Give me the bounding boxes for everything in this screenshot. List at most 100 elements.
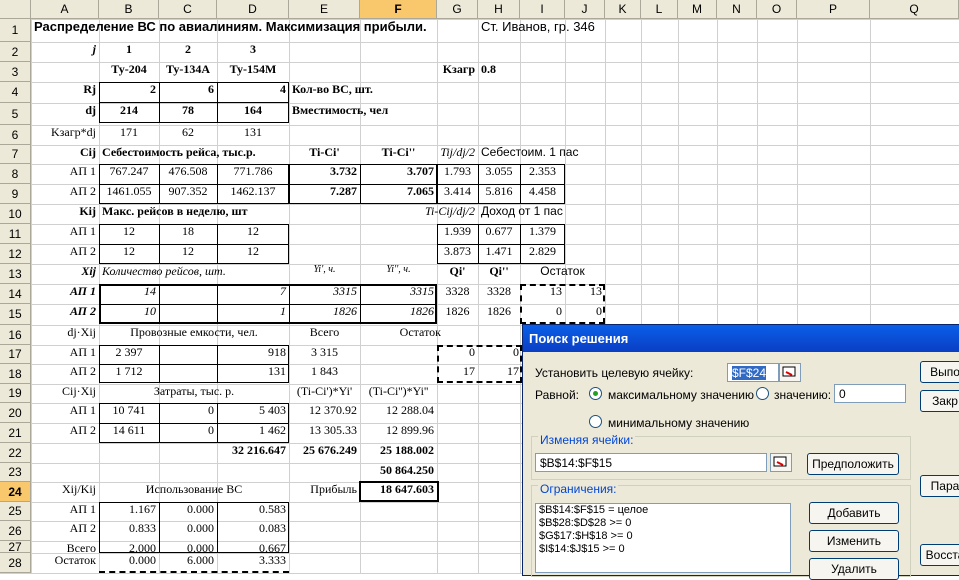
changing-cells-input[interactable]: $B$14:$F$15 — [535, 453, 767, 472]
costs-header: Затраты, тыс. р. — [153, 384, 235, 398]
guess-button[interactable]: Предположить — [807, 453, 899, 475]
column-header[interactable]: F — [360, 0, 437, 19]
cell-b2: 1 — [126, 42, 132, 56]
row-header[interactable]: 26 — [0, 521, 31, 541]
column-header[interactable]: J — [565, 0, 605, 19]
row-header[interactable]: 6 — [0, 125, 31, 145]
row-header[interactable]: 16 — [0, 325, 31, 345]
restore-button[interactable]: Восста — [920, 544, 959, 566]
row-header[interactable]: 19 — [0, 384, 31, 403]
row-header[interactable]: 14 — [0, 284, 31, 304]
xij-label: Xij — [81, 264, 96, 278]
row-header[interactable]: 12 — [0, 244, 31, 264]
row-header[interactable]: 15 — [0, 304, 31, 325]
divider — [217, 502, 218, 553]
row-header[interactable]: 5 — [0, 103, 31, 125]
aircraft-count-label: Кол-во ВС, шт. — [292, 82, 373, 96]
value-input[interactable]: 0 — [834, 384, 906, 403]
cell-c2: 2 — [185, 42, 191, 56]
tij-dj-label: Tij/dj/2 — [440, 145, 475, 159]
row-header[interactable]: 11 — [0, 224, 31, 244]
column-header[interactable]: G — [437, 0, 478, 19]
column-header[interactable]: D — [217, 0, 289, 19]
constraint-item[interactable]: $G$17:$H$18 >= 0 — [536, 530, 790, 543]
row-header[interactable]: 4 — [0, 82, 31, 103]
column-header[interactable]: H — [478, 0, 520, 19]
usage-header: Использование ВС — [145, 482, 243, 496]
row-header[interactable]: 13 — [0, 264, 31, 284]
kzagr-label: Kзагр — [442, 62, 475, 76]
divider — [289, 184, 437, 185]
target-cell-value: $F$24 — [732, 366, 767, 380]
remainder2-dashed-box — [437, 345, 522, 383]
row-header[interactable]: 28 — [0, 553, 31, 573]
row-header[interactable]: 27 — [0, 540, 31, 554]
cost-label: Себестоимость рейса, тыс.р. — [102, 145, 256, 159]
column-header[interactable]: C — [159, 0, 217, 19]
remainder-label: Остаток — [540, 264, 585, 278]
ap2-label: АП 2 — [69, 521, 96, 535]
row-header[interactable]: 24 — [0, 482, 31, 502]
cell-f21: 12 899.96 — [386, 423, 434, 437]
target-cell-input[interactable]: $F$24 — [727, 363, 779, 382]
row-header[interactable]: 10 — [0, 204, 31, 224]
cell-h14: 3328 — [487, 284, 511, 298]
profit-label: Прибыль — [310, 482, 357, 496]
capacity-label: Вместимость, чел — [292, 103, 389, 117]
column-header[interactable]: N — [717, 0, 757, 19]
column-header[interactable]: L — [641, 0, 678, 19]
row-header[interactable]: 1 — [0, 19, 31, 42]
constraints-list[interactable]: $B$14:$F$15 = целое $B$28:$D$28 >= 0 $G$… — [535, 503, 791, 573]
collapse-dialog-icon[interactable] — [770, 453, 792, 472]
change-button[interactable]: Изменить — [809, 530, 899, 552]
constraint-item[interactable]: $B$28:$D$28 >= 0 — [536, 517, 790, 530]
select-all-corner[interactable] — [0, 0, 31, 19]
dj-label: dj — [85, 103, 96, 117]
dialog-title[interactable]: Поиск решения — [523, 325, 959, 352]
row-header[interactable]: 21 — [0, 423, 31, 443]
close-button[interactable]: Закр — [920, 390, 959, 412]
cell-d2: 3 — [250, 42, 256, 56]
divider — [99, 364, 289, 365]
divider — [99, 244, 289, 245]
collapse-dialog-icon[interactable] — [779, 363, 801, 382]
cell-d28: 3.333 — [259, 553, 286, 567]
column-header[interactable]: I — [520, 0, 565, 19]
column-header[interactable]: P — [797, 0, 870, 19]
row-header[interactable]: 20 — [0, 403, 31, 423]
parameters-button[interactable]: Пара — [920, 475, 959, 497]
cell-c3: Ту-134А — [165, 62, 211, 76]
row-header[interactable]: 7 — [0, 145, 31, 164]
row-header[interactable]: 9 — [0, 184, 31, 204]
row-header[interactable]: 3 — [0, 62, 31, 82]
add-button[interactable]: Добавить — [809, 502, 899, 524]
max-radio-label: максимальному значению — [608, 388, 755, 402]
row-header[interactable]: 18 — [0, 364, 31, 384]
solver-dialog[interactable]: Поиск решения Установить целевую ячейку:… — [522, 324, 959, 580]
row-header[interactable]: 22 — [0, 443, 31, 463]
row-header[interactable]: 17 — [0, 345, 31, 364]
total-label: Всего — [309, 325, 340, 339]
run-button[interactable]: Выпо — [920, 361, 959, 383]
delete-button[interactable]: Удалить — [809, 558, 899, 580]
column-header[interactable]: K — [605, 0, 641, 19]
row-header[interactable]: 25 — [0, 502, 31, 521]
column-header[interactable]: O — [757, 0, 797, 19]
min-radio[interactable] — [589, 415, 602, 428]
row-header[interactable]: 2 — [0, 42, 31, 62]
row-header[interactable]: 23 — [0, 463, 31, 482]
column-header[interactable]: E — [289, 0, 360, 19]
column-header[interactable]: B — [99, 0, 159, 19]
column-header[interactable]: A — [31, 0, 99, 19]
column-header[interactable]: Q — [870, 0, 959, 19]
value-radio[interactable] — [756, 387, 769, 400]
row-header[interactable]: 8 — [0, 164, 31, 184]
cell-d22: 32 216.647 — [232, 443, 286, 457]
spreadsheet[interactable]: ABCDEFGHIJKLMNOPQ 1 2 3 4 5 6 7 8 9 10 11 12 13 14 15 1… — [0, 0, 959, 580]
column-header[interactable]: M — [678, 0, 717, 19]
max-radio[interactable] — [589, 387, 602, 400]
cell-c6: 62 — [182, 125, 194, 139]
constraint-item[interactable]: $I$14:$J$15 >= 0 — [536, 543, 790, 556]
constraint-item[interactable]: $B$14:$F$15 = целое — [536, 504, 790, 517]
xij-kij-label: Xij/Kij — [61, 482, 96, 496]
